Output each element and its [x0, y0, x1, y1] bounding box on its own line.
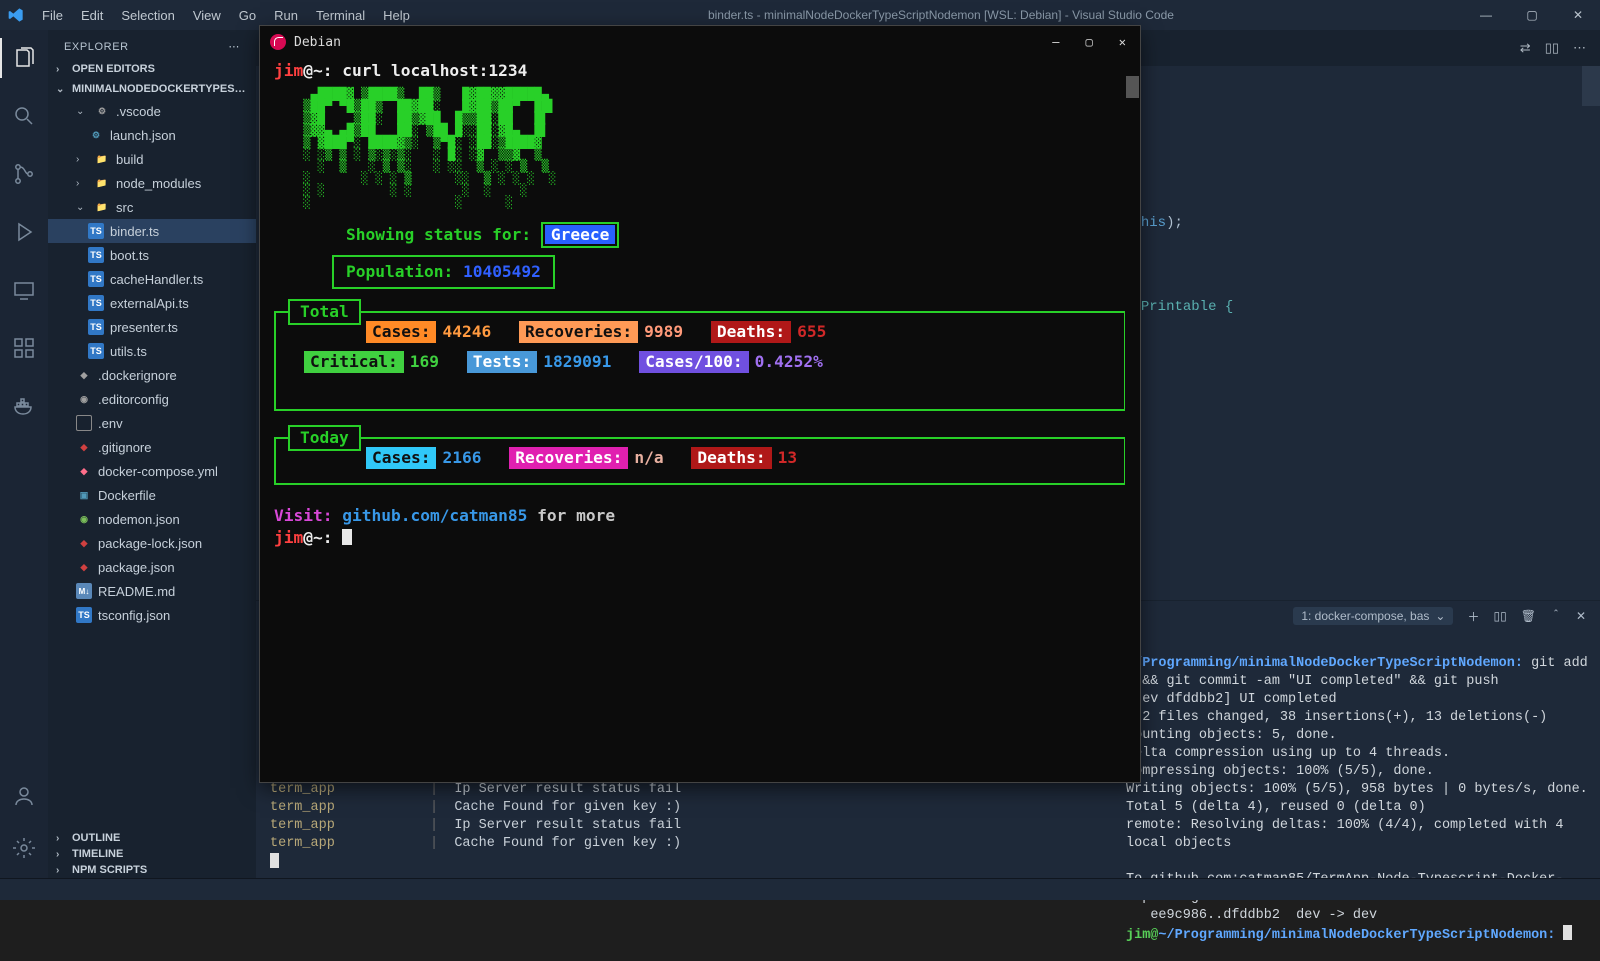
file-readme[interactable]: M↓README.md — [48, 579, 256, 603]
section-outline[interactable]: ›OUTLINE — [48, 830, 256, 846]
stat-critical-label: Critical: — [304, 351, 404, 373]
debian-title: Debian — [294, 35, 341, 50]
file-package-lock[interactable]: ◆package-lock.json — [48, 531, 256, 555]
file-binder-ts[interactable]: TSbinder.ts — [48, 219, 256, 243]
menubar: File Edit Selection View Go Run Terminal… — [34, 4, 418, 27]
gear-icon[interactable] — [0, 828, 48, 868]
more-icon[interactable]: ⋯ — [228, 40, 240, 53]
file-env[interactable]: .env — [48, 411, 256, 435]
file-utils-ts[interactable]: TSutils.ts — [48, 339, 256, 363]
stat-tests-label: Tests: — [467, 351, 537, 373]
debian-terminal-body[interactable]: jim@~: curl localhost:1234 ▄████▓ ▒████▒… — [260, 58, 1140, 782]
maximize-panel-icon[interactable]: ＾ — [1550, 608, 1562, 625]
cursor — [342, 529, 352, 545]
file-boot-ts[interactable]: TSboot.ts — [48, 243, 256, 267]
stat-deaths-label: Deaths: — [691, 447, 771, 469]
folder-node-modules[interactable]: ›📁node_modules — [48, 171, 256, 195]
country-badge: Greece — [545, 225, 615, 244]
file-tree: ⌄⚙.vscode ⚙launch.json ›📁build ›📁node_mo… — [48, 99, 256, 830]
minimize-icon[interactable]: — — [1052, 35, 1059, 49]
account-icon[interactable] — [0, 776, 48, 816]
search-icon[interactable] — [0, 96, 48, 136]
debug-icon[interactable] — [0, 212, 48, 252]
debian-titlebar[interactable]: Debian — ▢ ✕ — [260, 26, 1140, 58]
close-panel-icon[interactable]: ✕ — [1576, 609, 1586, 623]
maximize-icon[interactable]: ▢ — [1518, 8, 1546, 22]
file-cachehandler-ts[interactable]: TScacheHandler.ts — [48, 267, 256, 291]
explorer-icon[interactable] — [0, 38, 48, 78]
population-box: Population: 10405492 — [332, 255, 555, 289]
file-externalapi-ts[interactable]: TSexternalApi.ts — [48, 291, 256, 315]
debian-logo-icon — [270, 34, 286, 50]
file-nodemon-json[interactable]: ◉nodemon.json — [48, 507, 256, 531]
chevron-down-icon: ⌄ — [1435, 609, 1445, 623]
cursor — [1563, 925, 1572, 940]
split-terminal-icon[interactable]: ▯▯ — [1493, 609, 1506, 623]
close-icon[interactable]: ✕ — [1119, 35, 1126, 49]
file-presenter-ts[interactable]: TSpresenter.ts — [48, 315, 256, 339]
folder-build[interactable]: ›📁build — [48, 147, 256, 171]
sidebar: EXPLORER ⋯ ›OPEN EDITORS ⌄MINIMALNODEDOC… — [48, 30, 256, 878]
menu-go[interactable]: Go — [231, 4, 264, 27]
menu-help[interactable]: Help — [375, 4, 418, 27]
scm-icon[interactable] — [0, 154, 48, 194]
scrollbar[interactable] — [1125, 58, 1140, 782]
stat-recoveries-label: Recoveries: — [519, 321, 638, 343]
maximize-icon[interactable]: ▢ — [1086, 35, 1093, 49]
section-npm-scripts[interactable]: ›NPM SCRIPTS — [48, 862, 256, 878]
file-dockerfile[interactable]: ▣Dockerfile — [48, 483, 256, 507]
file-package-json[interactable]: ◆package.json — [48, 555, 256, 579]
file-gitignore[interactable]: ◆.gitignore — [48, 435, 256, 459]
terminal-right[interactable]: ~/Programming/minimalNodeDockerTypeScrip… — [1126, 637, 1590, 894]
menu-selection[interactable]: Selection — [113, 4, 182, 27]
section-project[interactable]: ⌄MINIMALNODEDOCKERTYPES… — [48, 79, 256, 99]
ascii-art: ▄████▓ ▒████▒ ██▒ █▓██▓▓█████▄ ▒██▀ ▀█▒█… — [296, 88, 1126, 208]
debian-terminal-window: Debian — ▢ ✕ jim@~: curl localhost:1234 … — [260, 26, 1140, 782]
split-icon[interactable]: ▯▯ — [1545, 40, 1559, 56]
today-section: Today Cases:2166 Recoveries:n/a Deaths:1… — [274, 437, 1126, 485]
activitybar — [0, 30, 48, 878]
more-icon[interactable]: ⋯ — [1573, 40, 1586, 56]
new-terminal-icon[interactable]: ＋ — [1467, 608, 1479, 625]
kill-terminal-icon[interactable]: 🗑 — [1521, 609, 1536, 623]
cursor — [270, 853, 279, 868]
total-section: Total Cases:44246 Recoveries:9989 Deaths… — [274, 311, 1126, 411]
file-launch-json[interactable]: ⚙launch.json — [48, 123, 256, 147]
folder-vscode[interactable]: ⌄⚙.vscode — [48, 99, 256, 123]
menu-file[interactable]: File — [34, 4, 71, 27]
file-editorconfig[interactable]: ◉.editorconfig — [48, 387, 256, 411]
window-title: binder.ts - minimalNodeDockerTypeScriptN… — [418, 8, 1464, 22]
file-dockerignore[interactable]: ◆.dockerignore — [48, 363, 256, 387]
stat-per100-label: Cases/100: — [639, 351, 748, 373]
stat-cases-label: Cases: — [366, 321, 436, 343]
folder-src[interactable]: ⌄📁src — [48, 195, 256, 219]
menu-run[interactable]: Run — [266, 4, 306, 27]
docker-icon[interactable] — [0, 386, 48, 426]
section-open-editors[interactable]: ›OPEN EDITORS — [48, 59, 256, 79]
close-icon[interactable]: ✕ — [1564, 8, 1592, 22]
stat-recoveries-label: Recoveries: — [509, 447, 628, 469]
remote-icon[interactable] — [0, 270, 48, 310]
menu-view[interactable]: View — [185, 4, 229, 27]
compare-icon[interactable]: ⇄ — [1520, 40, 1531, 56]
section-timeline[interactable]: ›TIMELINE — [48, 846, 256, 862]
terminal-selector[interactable]: 1: docker-compose, bas⌄ — [1293, 607, 1453, 625]
vscode-logo-icon — [8, 7, 24, 23]
statusbar — [0, 878, 1600, 900]
menu-edit[interactable]: Edit — [73, 4, 111, 27]
extensions-icon[interactable] — [0, 328, 48, 368]
menu-terminal[interactable]: Terminal — [308, 4, 373, 27]
stat-deaths-label: Deaths: — [711, 321, 791, 343]
file-tsconfig[interactable]: TStsconfig.json — [48, 603, 256, 627]
stat-cases-label: Cases: — [366, 447, 436, 469]
file-docker-compose[interactable]: ◆docker-compose.yml — [48, 459, 256, 483]
visit-line: Visit: github.com/catman85 for more — [274, 505, 1126, 527]
explorer-title: EXPLORER — [64, 41, 129, 53]
minimize-icon[interactable]: — — [1472, 8, 1500, 22]
